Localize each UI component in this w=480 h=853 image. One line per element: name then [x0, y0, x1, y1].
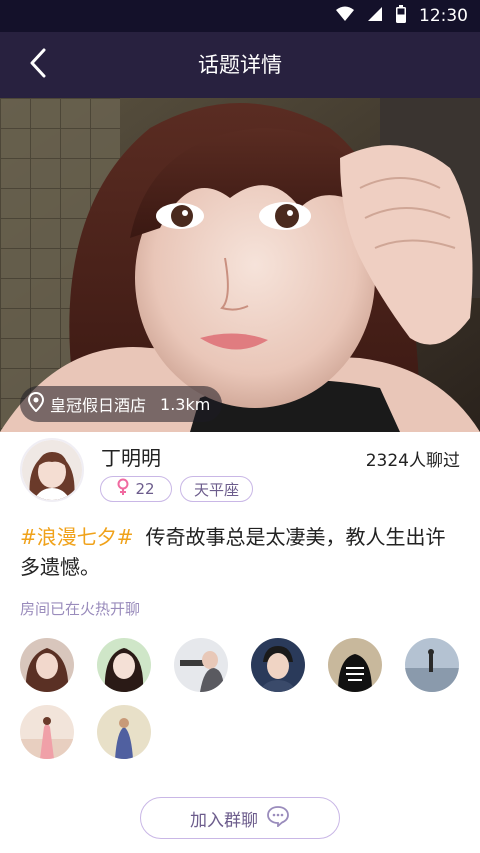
member-avatar[interactable] [174, 638, 228, 692]
location-distance: 1.3km [160, 394, 211, 414]
user-name: 丁明明 [101, 446, 161, 470]
member-avatar[interactable] [20, 705, 74, 759]
member-avatar[interactable] [328, 638, 382, 692]
female-icon [117, 478, 129, 500]
join-group-chat-button[interactable]: 加入群聊 [140, 797, 340, 839]
nav-bar: 话题详情 [0, 32, 480, 98]
member-avatar[interactable] [97, 705, 151, 759]
avatar[interactable] [20, 438, 84, 502]
user-age: 22 [135, 480, 155, 498]
topic-cover-photo[interactable] [0, 98, 480, 432]
gender-age-badge: 22 [100, 476, 172, 502]
topic-hashtag[interactable]: #浪漫七夕# [20, 525, 134, 549]
user-profile: 丁明明 2324人聊过 22 天平座 [0, 432, 480, 512]
signal-icon [367, 6, 383, 26]
chat-bubble-icon [266, 805, 290, 832]
page-title: 话题详情 [198, 53, 282, 77]
location-name: 皇冠假日酒店 [50, 396, 147, 415]
chat-count: 2324人聊过 [365, 451, 460, 471]
member-avatar[interactable] [251, 638, 305, 692]
zodiac-badge: 天平座 [180, 476, 253, 502]
join-button-label: 加入群聊 [190, 810, 258, 831]
topic-content: #浪漫七夕# 传奇故事总是太凄美，教人生出许多遗憾。 [20, 522, 465, 582]
location-badge[interactable]: 皇冠假日酒店 1.3km [20, 386, 223, 422]
member-avatar[interactable] [20, 638, 74, 692]
member-avatar[interactable] [405, 638, 459, 692]
status-time: 12:30 [419, 6, 468, 26]
rooms-label: 房间已在火热开聊 [20, 600, 141, 618]
battery-icon [395, 5, 407, 27]
status-icons: 12:30 [335, 0, 468, 32]
map-pin-icon [27, 391, 45, 416]
wifi-icon [335, 6, 355, 26]
status-bar: 12:30 [0, 0, 480, 32]
member-avatar[interactable] [97, 638, 151, 692]
